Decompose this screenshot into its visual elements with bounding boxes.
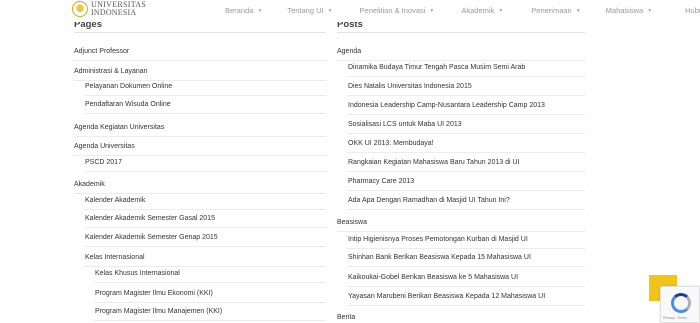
- row-divider: [347, 133, 585, 134]
- posts-list-link[interactable]: Pharmacy Care 2013: [348, 178, 414, 185]
- posts-list-link[interactable]: Intip Higienisnya Proses Pemotongan Kurb…: [348, 236, 528, 243]
- brand-text: UNIVERSITAS INDONESIA: [91, 1, 146, 17]
- row-divider: [347, 152, 585, 153]
- nav-item-akademik[interactable]: Akademik ▼: [461, 6, 503, 15]
- row-divider: [74, 60, 326, 61]
- chevron-down-icon: ▼: [498, 7, 504, 14]
- row-divider: [347, 286, 585, 287]
- row-divider: [337, 60, 585, 61]
- nav-item-penelitian-inovasi[interactable]: Penelitian & Inovasi ▼: [360, 6, 435, 15]
- pages-list-link[interactable]: Kelas Khusus Internasional: [95, 270, 180, 277]
- row-divider: [84, 266, 326, 267]
- nav-item-mahasiswa[interactable]: Mahasiswa ▼: [606, 6, 652, 15]
- posts-list-link[interactable]: Dies Natalis Universitas Indonesia 2015: [348, 83, 472, 90]
- posts-list-link[interactable]: Rangkaian Kegiatan Mahasiswa Baru Tahun …: [348, 159, 519, 166]
- pages-list-link[interactable]: PSCD 2017: [85, 159, 122, 166]
- row-divider: [84, 171, 326, 172]
- pages-section-link[interactable]: Agenda Kegiatan Universitas: [74, 124, 164, 131]
- row-divider: [347, 266, 585, 267]
- pages-title-divider: [74, 32, 326, 33]
- row-divider: [347, 114, 585, 115]
- pages-list-link[interactable]: Kalender Akademik Semester Gasal 2015: [85, 215, 215, 222]
- nav-item-hubungi-kami[interactable]: Hubungi Kami: [685, 6, 700, 15]
- pages-list-link[interactable]: Kalender Akademik: [85, 197, 145, 204]
- row-divider: [84, 113, 326, 114]
- posts-list-link[interactable]: Ada Apa Dengan Ramadhan di Masjid UI Tah…: [348, 197, 510, 204]
- nav-item-penerimaan[interactable]: Penerimaan ▼: [531, 6, 580, 15]
- row-divider: [347, 305, 585, 306]
- makara-logo-icon: [72, 1, 88, 17]
- nav-item-beranda[interactable]: Beranda ▼: [225, 6, 262, 15]
- row-divider: [347, 209, 585, 210]
- row-divider: [347, 171, 585, 172]
- pages-list-link[interactable]: Kelas Internasional: [85, 254, 145, 261]
- brand-line-2: INDONESIA: [91, 8, 137, 17]
- pages-list-link[interactable]: Program Magister Ilmu Ekonomi (KKI): [95, 290, 213, 297]
- posts-list-link[interactable]: Sosialisasi LCS untuk Maba UI 2013: [348, 121, 462, 128]
- row-divider: [94, 282, 326, 283]
- posts-list-link[interactable]: OKK UI 2013: Membudaya!: [348, 140, 434, 147]
- row-divider: [84, 95, 326, 96]
- posts-list-link[interactable]: Kaikoukai-Gobel Berikan Beasiswa ke 5 Ma…: [348, 274, 518, 281]
- nav-item-label: Mahasiswa: [605, 6, 644, 15]
- nav-item-tentang-ui[interactable]: Tentang UI ▼: [287, 6, 332, 15]
- row-divider: [74, 136, 326, 137]
- posts-list-link[interactable]: Shinhan Bank Berikan Beasiswa Kepada 15 …: [348, 254, 531, 261]
- pages-section-link[interactable]: Agenda Universitas: [74, 143, 135, 150]
- site-logo[interactable]: UNIVERSITAS INDONESIA: [72, 0, 146, 21]
- recaptcha-links[interactable]: Privacy - Terms: [663, 316, 687, 320]
- posts-list-link[interactable]: Indonesia Leadership Camp-Nusantara Lead…: [348, 102, 545, 109]
- pages-section-link[interactable]: Akademik: [74, 181, 105, 188]
- posts-list-link[interactable]: Dinamika Budaya Timur Tengah Pasca Musim…: [348, 64, 525, 71]
- nav-item-label: Akademik: [461, 6, 495, 15]
- row-divider: [94, 302, 326, 303]
- pages-section-link[interactable]: Administrasi & Layanan: [74, 68, 148, 75]
- chevron-down-icon: ▼: [575, 7, 581, 14]
- pages-list-link[interactable]: Program Magister Ilmu Manajemen (KKI): [95, 308, 222, 315]
- row-divider: [74, 193, 326, 194]
- chevron-down-icon: ▼: [327, 7, 333, 14]
- row-divider: [347, 95, 585, 96]
- row-divider: [74, 80, 326, 81]
- posts-section-link[interactable]: Berita: [337, 314, 355, 321]
- posts-section-link[interactable]: Beasiswa: [337, 219, 367, 226]
- chevron-down-icon: ▼: [257, 7, 263, 14]
- pages-section-link[interactable]: Adjunct Professor: [74, 48, 129, 55]
- row-divider: [347, 76, 585, 77]
- recaptcha-badge[interactable]: Privacy - Terms: [660, 286, 700, 323]
- nav-item-label: Hubungi Kami: [685, 6, 700, 15]
- row-divider: [84, 227, 326, 228]
- nav-item-label: Penerimaan: [531, 6, 572, 15]
- row-divider: [94, 320, 326, 321]
- posts-title-divider: [337, 32, 585, 33]
- nav-item-label: Penelitian & Inovasi: [359, 6, 426, 15]
- pages-list-link[interactable]: Pelayanan Dokumen Online: [85, 83, 172, 90]
- row-divider: [347, 248, 585, 249]
- row-divider: [84, 246, 326, 247]
- site-header: UNIVERSITAS INDONESIA Beranda ▼ Tentang UI…: [0, 0, 700, 22]
- pages-list-link[interactable]: Kalender Akademik Semester Genap 2015: [85, 234, 218, 241]
- chevron-down-icon: ▼: [429, 7, 435, 14]
- posts-section-link[interactable]: Agenda: [337, 48, 361, 55]
- nav-item-label: Beranda: [225, 6, 254, 15]
- posts-list-link[interactable]: Yayasan Marubeni Berikan Beasiswa Kepada…: [348, 293, 545, 300]
- row-divider: [84, 209, 326, 210]
- row-divider: [337, 231, 585, 232]
- pages-list-link[interactable]: Pendaftaran Wisuda Online: [85, 101, 171, 108]
- recaptcha-icon: [671, 293, 691, 313]
- row-divider: [74, 155, 326, 156]
- main-nav: Beranda ▼ Tentang UI ▼ Penelitian & Inovasi ▼…: [225, 6, 700, 15]
- row-divider: [347, 190, 585, 191]
- nav-item-label: Tentang UI: [287, 6, 324, 15]
- chevron-down-icon: ▼: [647, 7, 653, 14]
